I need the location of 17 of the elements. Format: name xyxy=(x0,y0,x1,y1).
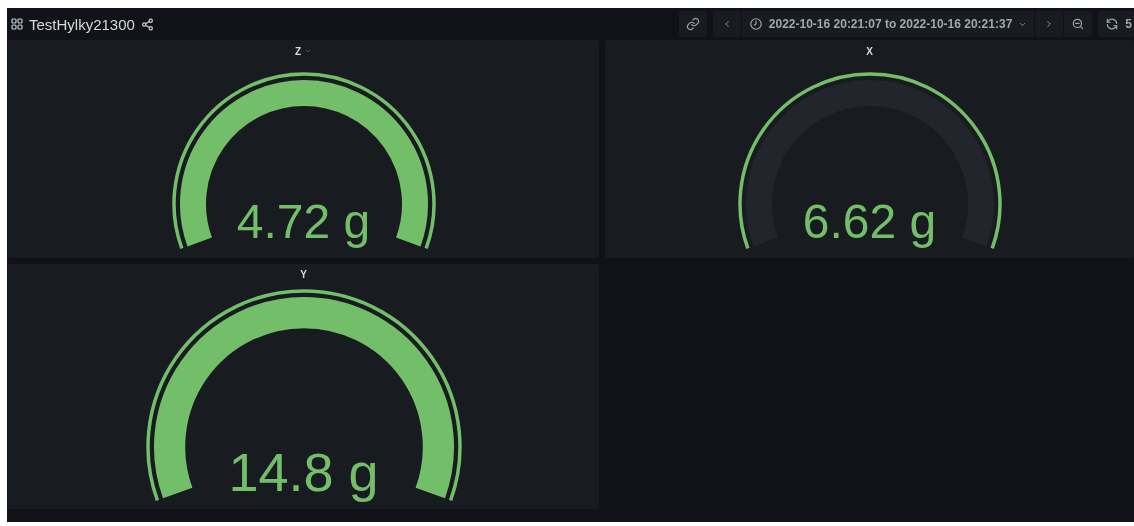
time-range-picker[interactable]: 2022-10-16 20:21:07 to 2022-10-16 20:21:37 xyxy=(741,11,1035,37)
grid-icon xyxy=(11,18,23,30)
zoom-out-button[interactable] xyxy=(1064,11,1093,37)
refresh-button[interactable]: 5 xyxy=(1098,11,1134,37)
gauge-value: 14.8 g xyxy=(228,441,379,503)
panel-title[interactable]: X xyxy=(866,45,873,57)
link-button[interactable] xyxy=(678,11,707,37)
gauge-value: 6.62 g xyxy=(802,193,937,249)
gauge-value: 4.72 g xyxy=(236,193,371,249)
dashboard-title[interactable]: TestHylky21300 xyxy=(29,15,135,33)
refresh-icon xyxy=(1105,17,1120,31)
clock-icon xyxy=(748,17,763,31)
panel-title[interactable]: Z xyxy=(294,45,302,57)
link-icon xyxy=(685,17,700,31)
zoom-out-icon xyxy=(1071,17,1086,31)
share-icon[interactable] xyxy=(140,17,154,31)
panel-title[interactable]: Y xyxy=(300,268,307,280)
